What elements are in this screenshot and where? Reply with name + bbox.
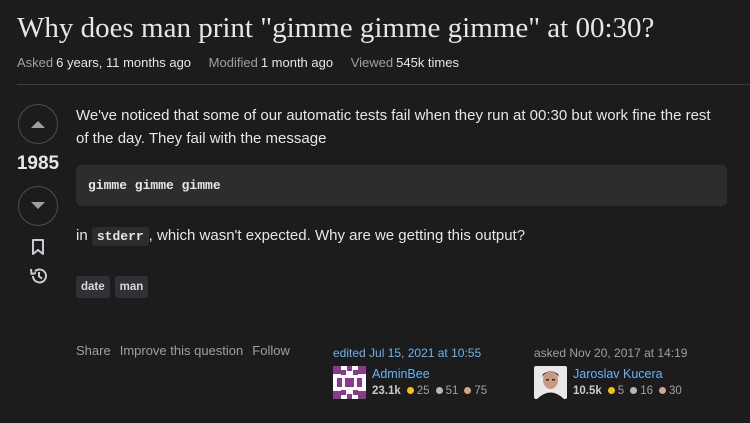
silver-badge-icon — [435, 387, 443, 394]
editor-bronze-count: 75 — [474, 385, 488, 397]
editor-gold-count: 25 — [416, 385, 430, 397]
post-actions: Share Improve this question Follow — [76, 343, 290, 358]
asked-label: Asked — [17, 55, 54, 70]
viewed-meta: Viewed 545k times — [351, 55, 459, 70]
bronze-badge-icon — [464, 387, 472, 394]
inline-code: stderr — [91, 227, 149, 246]
vote-count: 1985 — [16, 153, 60, 174]
question-title[interactable]: Why does man print "gimme gimme gimme" a… — [17, 10, 737, 46]
modified-meta[interactable]: Modified 1 month ago — [209, 55, 333, 70]
timeline-button[interactable] — [27, 265, 49, 287]
tag-man[interactable]: man — [114, 276, 149, 298]
question-meta: Asked 6 years, 11 months ago Modified 1 mo… — [17, 55, 473, 70]
editor-silver-count: 51 — [445, 385, 459, 397]
asker-reputation: 10.5k 5 16 30 — [573, 382, 682, 400]
asker-silver-count: 16 — [640, 385, 653, 397]
line2-prefix: in — [76, 227, 88, 244]
modified-label: Modified — [208, 55, 258, 70]
line2-suffix: , which wasn't expected. Why are we gett… — [148, 227, 526, 244]
asked-value: 6 years, 11 months ago — [56, 55, 192, 70]
tag-date[interactable]: date — [76, 276, 110, 298]
header-divider — [17, 84, 750, 85]
asked-meta: Asked 6 years, 11 months ago — [17, 55, 191, 70]
improve-question-link[interactable]: Improve this question — [120, 343, 244, 358]
question-body-line2: in stderr, which wasn't expected. Why ar… — [76, 227, 526, 246]
asker-bronze-count: 30 — [668, 385, 682, 397]
asker-gold-count: 5 — [617, 385, 625, 397]
follow-link[interactable]: Follow — [252, 343, 290, 358]
asker-rep-score: 10.5k — [573, 385, 602, 397]
asker-avatar[interactable] — [534, 366, 567, 399]
editor-name[interactable]: AdminBee — [372, 366, 487, 382]
editor-card: AdminBee 23.1k 25 51 75 — [333, 366, 487, 400]
downvote-icon — [31, 202, 45, 209]
bronze-badge-icon — [658, 387, 666, 394]
bookmark-icon — [32, 238, 44, 255]
share-link[interactable]: Share — [76, 343, 111, 358]
editor-rep-score: 23.1k — [372, 385, 401, 397]
upvote-icon — [31, 121, 45, 128]
editor-reputation: 23.1k 25 51 75 — [372, 382, 487, 400]
tag-list: date man — [76, 276, 149, 298]
asked-timestamp: asked Nov 20, 2017 at 14:19 — [534, 346, 688, 360]
asker-name[interactable]: Jaroslav Kucera — [573, 366, 682, 382]
code-block: gimme gimme gimme — [76, 165, 727, 206]
upvote-button[interactable] — [18, 104, 58, 144]
editor-avatar[interactable] — [333, 366, 366, 399]
gold-badge-icon — [607, 387, 615, 394]
question-body: We've noticed that some of our automatic… — [76, 107, 711, 147]
viewed-value: 545k times — [396, 55, 459, 70]
viewed-label: Viewed — [350, 55, 394, 70]
downvote-button[interactable] — [18, 186, 58, 226]
asker-card: Jaroslav Kucera 10.5k 5 16 30 — [534, 366, 682, 400]
edited-timestamp[interactable]: edited Jul 15, 2021 at 10:55 — [333, 346, 481, 360]
gold-badge-icon — [406, 387, 414, 394]
bookmark-button[interactable] — [27, 236, 49, 258]
modified-value[interactable]: 1 month ago — [261, 55, 333, 70]
silver-badge-icon — [630, 387, 638, 394]
history-icon — [29, 268, 47, 284]
